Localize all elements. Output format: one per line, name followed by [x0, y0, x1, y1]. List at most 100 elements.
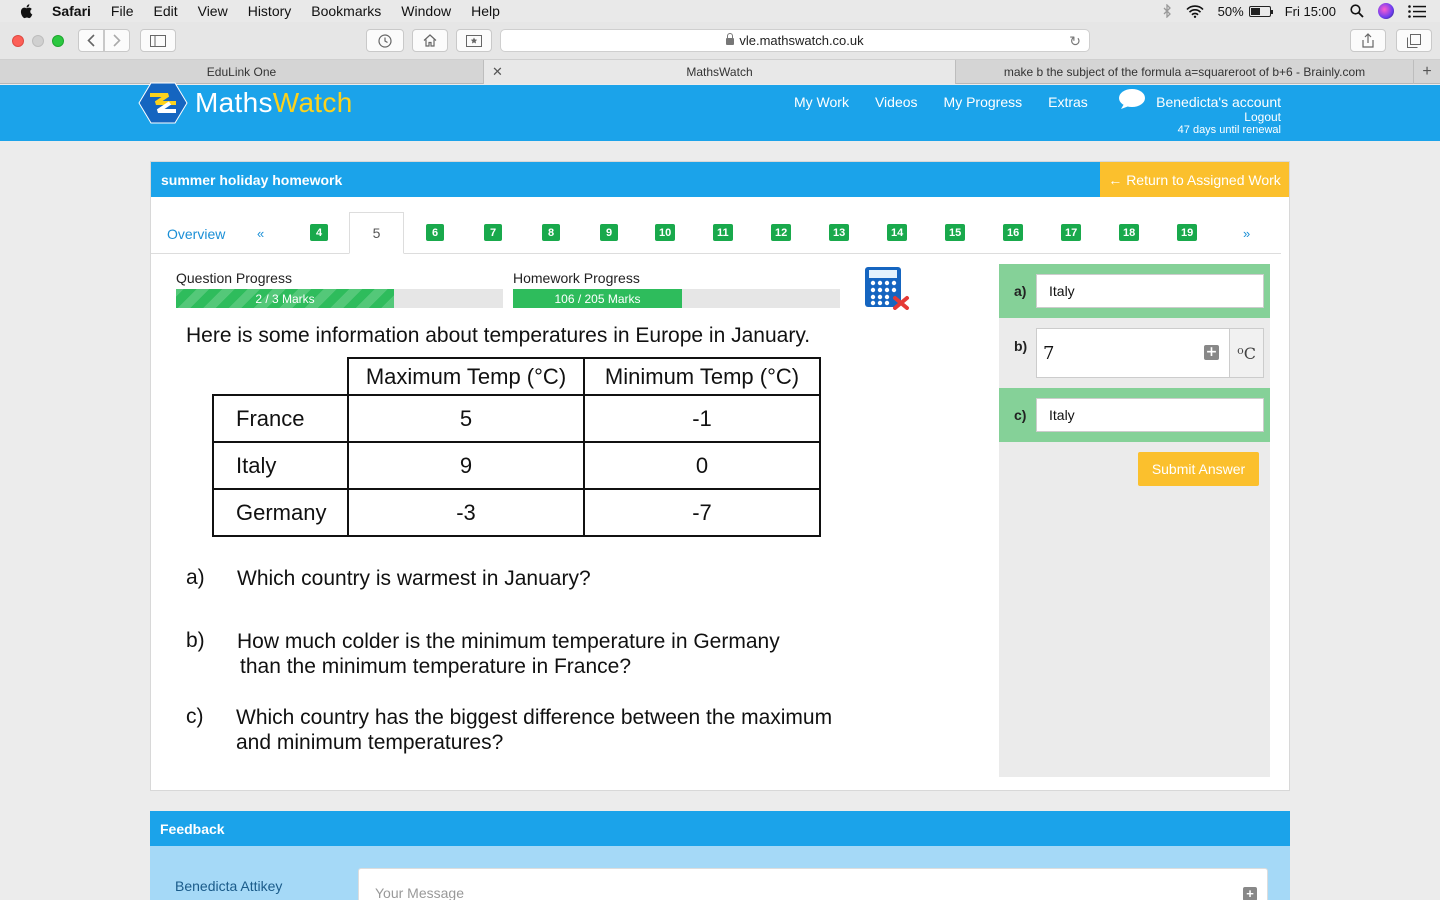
question-badge-16[interactable]: 16 [1003, 224, 1024, 241]
homework-title: summer holiday homework [161, 171, 343, 188]
menu-help[interactable]: Help [471, 3, 500, 19]
max-temp-cell: 9 [347, 441, 585, 490]
new-tab-button[interactable]: + [1414, 60, 1440, 83]
window-minimize-button[interactable] [32, 35, 44, 47]
column-header-min: Minimum Temp (°C) [583, 357, 821, 396]
question-intro: Here is some information about temperatu… [186, 324, 811, 347]
tab-overview-button[interactable] [1396, 29, 1432, 52]
feedback-message-input[interactable]: Your Message + [358, 868, 1268, 900]
table-row: France 5 -1 [212, 394, 821, 443]
home-icon [423, 34, 437, 47]
column-header-max: Maximum Temp (°C) [347, 357, 585, 396]
tab-title: make b the subject of the formula a=squa… [1003, 65, 1366, 79]
question-badge-6[interactable]: 6 [426, 224, 444, 241]
next-page-link[interactable]: » [1243, 226, 1250, 241]
feedback-header: Feedback [150, 811, 1290, 846]
share-icon [1362, 33, 1374, 48]
battery-status[interactable]: 50% [1217, 3, 1273, 19]
question-badge-7[interactable]: 7 [484, 224, 502, 241]
address-bar[interactable]: vle.mathswatch.co.uk ↻ [500, 29, 1090, 52]
question-badge-9[interactable]: 9 [600, 224, 618, 241]
wifi-icon[interactable] [1186, 4, 1204, 18]
share-button[interactable] [1350, 29, 1386, 52]
nav-extras[interactable]: Extras [1048, 94, 1088, 110]
window-close-button[interactable] [12, 35, 24, 47]
back-button[interactable] [78, 29, 104, 52]
chat-bubble-icon[interactable] [1118, 88, 1146, 110]
arrow-left-icon: ← [1108, 171, 1123, 188]
question-badge-19[interactable]: 19 [1177, 224, 1198, 241]
part-text: How much colder is the minimum temperatu… [237, 629, 917, 679]
url-text: vle.mathswatch.co.uk [739, 33, 864, 48]
nav-videos[interactable]: Videos [875, 94, 918, 110]
question-badge-4[interactable]: 4 [310, 224, 328, 241]
menu-app-safari[interactable]: Safari [52, 3, 91, 19]
tab-close-icon[interactable]: ✕ [492, 64, 503, 80]
message-placeholder: Your Message [375, 885, 464, 900]
prev-page-link[interactable]: « [257, 226, 264, 241]
menu-window[interactable]: Window [401, 3, 451, 19]
question-badge-15[interactable]: 15 [945, 224, 966, 241]
battery-percent: 50% [1217, 3, 1244, 19]
menu-view[interactable]: View [198, 3, 228, 19]
sidebar-toggle-button[interactable] [140, 29, 176, 52]
bookmark-button[interactable] [456, 29, 492, 52]
chevron-left-icon [87, 34, 95, 47]
question-badge-13[interactable]: 13 [829, 224, 850, 241]
menu-file[interactable]: File [111, 3, 134, 19]
menu-bookmarks[interactable]: Bookmarks [311, 3, 381, 19]
siri-icon[interactable] [1378, 3, 1394, 19]
nav-my-work[interactable]: My Work [794, 94, 849, 110]
plus-icon[interactable]: + [1243, 887, 1257, 900]
question-badge-10[interactable]: 10 [655, 224, 676, 241]
tab-title: EduLink One [206, 65, 277, 79]
max-temp-cell: 5 [347, 394, 585, 443]
main-nav: My Work Videos My Progress Extras [794, 94, 1114, 110]
homework-header: summer holiday homework ← Return to Assi… [151, 162, 1289, 197]
question-badge-18[interactable]: 18 [1119, 224, 1140, 241]
menu-history[interactable]: History [248, 3, 292, 19]
spotlight-search-icon[interactable] [1350, 4, 1364, 18]
notification-center-icon[interactable] [1408, 4, 1426, 18]
answer-value-b: 7 [1043, 342, 1055, 364]
reload-icon[interactable]: ↻ [1069, 33, 1081, 50]
mathswatch-logo[interactable]: MathsWatch [137, 81, 353, 125]
submit-answer-button[interactable]: Submit Answer [1138, 452, 1259, 486]
home-button[interactable] [412, 29, 448, 52]
nav-my-progress[interactable]: My Progress [944, 94, 1023, 110]
history-button[interactable] [366, 29, 404, 52]
menu-edit[interactable]: Edit [153, 3, 177, 19]
question-badge-11[interactable]: 11 [713, 224, 733, 241]
forward-button[interactable] [104, 29, 130, 52]
calculator-not-allowed-icon [865, 267, 909, 310]
overview-link[interactable]: Overview [167, 226, 225, 242]
question-badge-12[interactable]: 12 [771, 224, 792, 241]
apple-icon[interactable] [18, 2, 36, 20]
question-badge-14[interactable]: 14 [887, 224, 908, 241]
browser-toolbar: vle.mathswatch.co.uk ↻ [0, 22, 1440, 60]
window-zoom-button[interactable] [52, 35, 64, 47]
chevron-right-icon [113, 34, 121, 47]
tab-brainly[interactable]: make b the subject of the formula a=squa… [956, 60, 1414, 84]
return-to-assigned-work-button[interactable]: ← Return to Assigned Work [1100, 162, 1289, 197]
tab-mathswatch[interactable]: ✕ MathsWatch [484, 60, 956, 84]
part-text-line: and minimum temperatures? [236, 731, 504, 754]
question-badge-8[interactable]: 8 [542, 224, 560, 241]
account-name[interactable]: Benedicta's account [1156, 94, 1281, 110]
answer-input-c[interactable]: Italy [1036, 398, 1264, 432]
answer-label-c: c) [1014, 407, 1027, 423]
bluetooth-icon[interactable] [1162, 4, 1172, 18]
part-label: a) [186, 566, 205, 589]
answer-input-a[interactable]: Italy [1036, 274, 1264, 308]
answer-input-b[interactable]: 7 + [1036, 328, 1230, 378]
question-badge-17[interactable]: 17 [1061, 224, 1082, 241]
logout-link[interactable]: Logout [1156, 110, 1281, 124]
clock[interactable]: Fri 15:00 [1285, 4, 1336, 19]
part-text: Which country is warmest in January? [237, 566, 917, 591]
question-tab-current[interactable]: 5 [349, 212, 404, 254]
homework-progress-text: 106 / 205 Marks [554, 291, 641, 306]
feedback-user-name: Benedicta Attikey [175, 878, 283, 894]
part-text-line: than the minimum temperature in France? [240, 655, 632, 678]
battery-icon [1248, 5, 1273, 17]
plus-icon[interactable]: + [1204, 345, 1219, 360]
